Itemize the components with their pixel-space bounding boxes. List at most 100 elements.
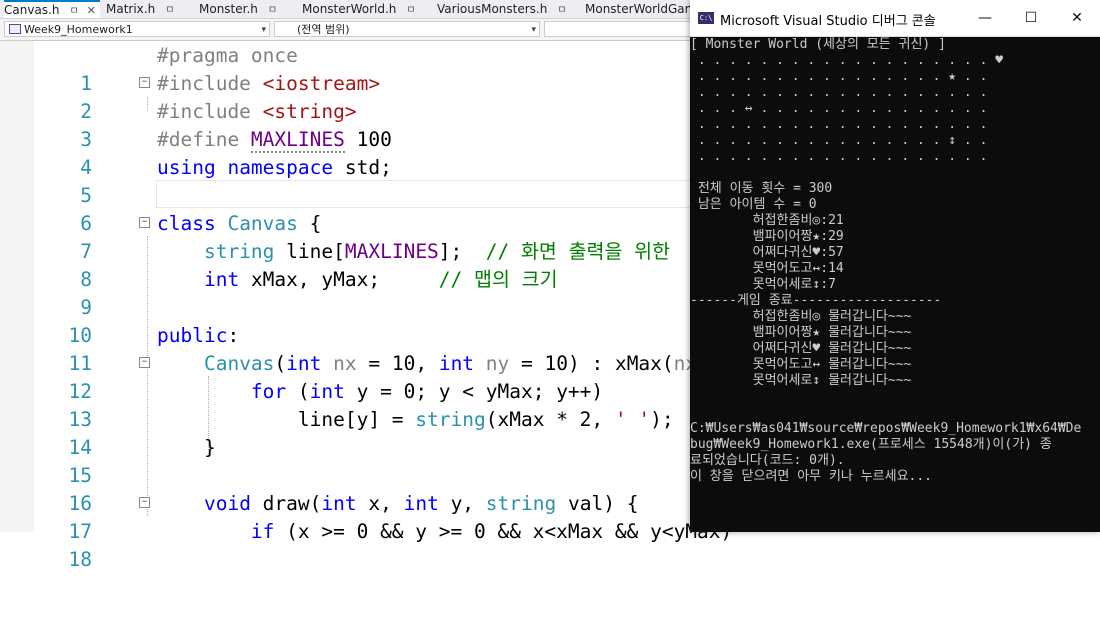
- keyword-token: for: [250, 380, 287, 403]
- console-line: 남은 아이템 수 = 0: [690, 197, 817, 212]
- code-text: (: [274, 352, 287, 375]
- comment-token: // 화면 출력을 위한: [485, 240, 671, 263]
- console-line: . . . . . . . . . . . . . . . . . . .: [690, 149, 988, 164]
- maximize-button[interactable]: ☐: [1008, 0, 1054, 36]
- project-icon: [9, 24, 21, 34]
- scope-dropdown[interactable]: (전역 범위) ▾: [274, 21, 540, 37]
- type-token: Canvas: [227, 212, 298, 235]
- console-title-bar[interactable]: C:\ Microsoft Visual Studio 디버그 콘솔 — ☐ ✕: [690, 0, 1100, 37]
- scope-label: (전역 범위): [297, 23, 350, 36]
- pin-icon[interactable]: ㅁ: [69, 6, 78, 17]
- pin-icon[interactable]: ㅁ: [165, 5, 174, 16]
- chevron-down-icon: ▾: [531, 25, 536, 35]
- code-text: (: [286, 380, 310, 403]
- code-text: );: [650, 408, 674, 431]
- member-dropdown[interactable]: [544, 21, 694, 37]
- tab-label: Canvas.h: [4, 3, 60, 17]
- string-token: <iostream>: [262, 72, 381, 95]
- code-text: line[y] =: [297, 408, 416, 431]
- console-line: 뱀파이어짱★ 물러갑니다~~~: [690, 325, 912, 340]
- preprocessor-token: #define: [157, 128, 251, 151]
- console-line: 못먹어도고↔ 물러갑니다~~~: [690, 357, 912, 372]
- type-token: string: [415, 408, 486, 431]
- tab-label: MonsterWorld.h: [302, 2, 397, 16]
- console-line: 허접한좀비◎:21: [690, 213, 844, 228]
- code-text: line[: [274, 240, 345, 263]
- tab-label: MonsterWorldGame: [585, 2, 695, 16]
- console-line: [ Monster World (세상의 모든 귀신) ]: [690, 37, 946, 52]
- close-tab-icon[interactable]: ✕: [87, 4, 96, 17]
- console-line: 전체 이동 횟수 = 300: [690, 181, 833, 196]
- console-line: 못먹어도고↔:14: [690, 261, 844, 276]
- keyword-token: int: [321, 492, 357, 515]
- tab-variousmonsters-h[interactable]: VariousMonsters.h ㅁ: [437, 0, 577, 18]
- tab-canvas-h[interactable]: Canvas.h ㅁ ✕: [4, 0, 100, 18]
- code-text: }: [203, 436, 216, 459]
- code-text: std;: [333, 156, 392, 179]
- tab-monster-h[interactable]: Monster.h ㅁ: [199, 0, 291, 18]
- keyword-token: int: [286, 352, 322, 375]
- collapse-icon[interactable]: −: [139, 497, 150, 508]
- preprocessor-token: #pragma once: [157, 44, 298, 67]
- debug-console-window[interactable]: C:\ Microsoft Visual Studio 디버그 콘솔 — ☐ ✕…: [690, 0, 1100, 532]
- pin-icon[interactable]: ㅁ: [557, 5, 566, 16]
- keyword-token: using: [157, 156, 216, 179]
- code-text: y,: [438, 492, 486, 515]
- code-text: x,: [356, 492, 404, 515]
- console-line: 못먹어세로↕:7: [690, 277, 836, 292]
- keyword-token: class: [157, 212, 216, 235]
- string-token: ' ': [614, 408, 651, 431]
- console-line: 어쩌다귀신♥:57: [690, 245, 844, 260]
- type-token: string: [485, 492, 557, 515]
- console-app-icon: C:\: [698, 12, 714, 24]
- console-line: . . . . . . . . . . . . . . . . . . .: [690, 117, 988, 132]
- console-title: Microsoft Visual Studio 디버그 콘솔: [720, 14, 936, 29]
- comment-token: // 맵의 크기: [438, 268, 558, 291]
- code-text: xMax, yMax;: [239, 268, 439, 291]
- console-line: . . . . . . . . . . . . . . . . . . .: [690, 85, 988, 100]
- code-text: draw(: [250, 492, 322, 515]
- line-number: 18: [68, 548, 92, 571]
- collapse-icon[interactable]: −: [139, 357, 150, 368]
- keyword-token: int: [438, 352, 475, 375]
- console-line: . . . ↔ . . . . . . . . . . . . . . .: [690, 101, 988, 116]
- tab-monsterworld-h[interactable]: MonsterWorld.h ㅁ: [302, 0, 426, 18]
- console-line: 어쩌다귀신♥ 물러갑니다~~~: [690, 341, 912, 356]
- pin-icon[interactable]: ㅁ: [268, 5, 277, 16]
- collapse-icon[interactable]: −: [139, 77, 150, 88]
- tab-monsterworldgame[interactable]: MonsterWorldGame: [585, 0, 695, 18]
- param-token: ny: [474, 352, 510, 375]
- console-output[interactable]: [ Monster World (세상의 모든 귀신) ] . . . . . …: [690, 36, 1100, 532]
- console-line: bug₩Week9_Homework1.exe(프로세스 15548개)이(가)…: [690, 437, 1052, 452]
- keyword-token: namespace: [227, 156, 334, 179]
- tab-label: Matrix.h: [106, 2, 156, 16]
- keyword-token: public: [157, 324, 228, 347]
- collapse-icon[interactable]: −: [139, 217, 150, 228]
- minimize-button[interactable]: —: [962, 0, 1008, 36]
- close-button[interactable]: ✕: [1054, 0, 1100, 36]
- console-line: 뱀파이어짱★:29: [690, 229, 844, 244]
- code-text: {: [297, 212, 322, 235]
- console-line: 료되었습니다(코드: 0개).: [690, 453, 845, 468]
- keyword-token: int: [203, 268, 240, 291]
- code-text: = 10,: [356, 352, 439, 375]
- code-text: ];: [438, 240, 486, 263]
- project-dropdown[interactable]: Week9_Homework1 ▾: [4, 21, 270, 37]
- tab-matrix-h[interactable]: Matrix.h ㅁ: [106, 0, 188, 18]
- code-text: 100: [344, 128, 392, 151]
- param-token: nx: [321, 352, 357, 375]
- pin-icon[interactable]: ㅁ: [406, 5, 415, 16]
- console-line: . . . . . . . . . . . . . . . . . . . ♥: [690, 53, 1004, 68]
